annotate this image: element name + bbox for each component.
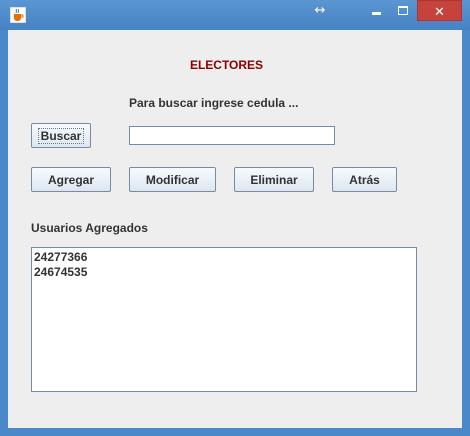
delete-button-label: Eliminar bbox=[250, 172, 298, 187]
search-button-label: Buscar bbox=[37, 127, 85, 144]
list-item: 24277366 bbox=[34, 250, 88, 264]
users-list-label: Usuarios Agregados bbox=[31, 221, 148, 235]
maximize-button[interactable] bbox=[390, 0, 416, 22]
modify-button[interactable]: Modificar bbox=[129, 167, 216, 192]
modify-button-label: Modificar bbox=[145, 172, 200, 187]
title-bar[interactable]: ↔ ✕ bbox=[0, 0, 470, 30]
back-button-label: Atrás bbox=[349, 172, 380, 187]
java-cup-icon bbox=[10, 7, 26, 23]
add-button[interactable]: Agregar bbox=[31, 167, 111, 192]
resize-arrows-icon: ↔ bbox=[314, 3, 326, 18]
content-panel: ELECTORES Para buscar ingrese cedula ...… bbox=[8, 30, 462, 428]
minimize-button[interactable] bbox=[364, 0, 390, 22]
back-button[interactable]: Atrás bbox=[332, 167, 397, 192]
search-button[interactable]: Buscar bbox=[31, 123, 91, 148]
app-window: ↔ ✕ ELECTORES Para buscar ingrese cedula… bbox=[0, 0, 470, 436]
users-textarea[interactable]: 24277366 24674535 bbox=[31, 247, 417, 392]
delete-button[interactable]: Eliminar bbox=[234, 167, 314, 192]
close-icon: ✕ bbox=[434, 5, 445, 20]
search-input[interactable] bbox=[129, 126, 335, 145]
list-item: 24674535 bbox=[34, 265, 88, 279]
close-button[interactable]: ✕ bbox=[417, 0, 462, 21]
search-hint-label: Para buscar ingrese cedula ... bbox=[129, 96, 299, 110]
page-title: ELECTORES bbox=[189, 58, 264, 72]
add-button-label: Agregar bbox=[47, 172, 94, 187]
